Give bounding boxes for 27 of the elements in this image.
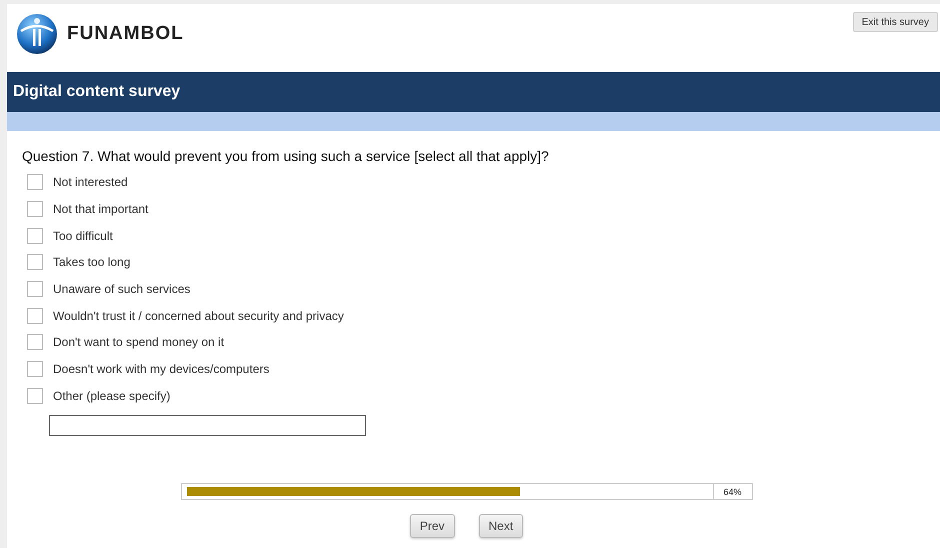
checkbox[interactable] xyxy=(27,308,43,324)
other-text-field[interactable] xyxy=(49,415,366,436)
checkbox[interactable] xyxy=(27,388,43,404)
checkbox[interactable] xyxy=(27,254,43,270)
checkbox[interactable] xyxy=(27,281,43,298)
option-label: Not that important xyxy=(53,202,148,216)
next-button[interactable]: Next xyxy=(478,514,524,538)
prev-button[interactable]: Prev xyxy=(410,514,454,538)
option-label: Too difficult xyxy=(53,228,113,243)
checkbox[interactable] xyxy=(27,228,43,244)
logo-icon xyxy=(15,12,59,56)
checkbox[interactable] xyxy=(27,334,43,350)
option-label: Takes too long xyxy=(53,255,130,270)
survey-title: Digital content survey xyxy=(13,83,180,101)
option-label: Doesn't work with my devices/computers xyxy=(53,362,270,376)
brand-name: FUNAMBOL xyxy=(67,23,184,45)
exit-survey-button[interactable]: Exit this survey xyxy=(852,12,938,32)
checkbox[interactable] xyxy=(27,201,43,218)
progress-percent: 64% xyxy=(712,484,752,500)
option-label: Other (please specify) xyxy=(53,388,170,403)
question-text: Question 7. What would prevent you from using such a service [select all that apply]? xyxy=(22,148,550,164)
checkbox[interactable] xyxy=(27,174,43,190)
option-label: Not interested xyxy=(53,175,128,190)
option-label: Unaware of such services xyxy=(53,282,190,296)
checkbox[interactable] xyxy=(27,361,43,378)
option-label: Wouldn't trust it / concerned about security and privacy xyxy=(53,308,344,323)
option-label: Don't want to spend money on it xyxy=(53,335,224,350)
